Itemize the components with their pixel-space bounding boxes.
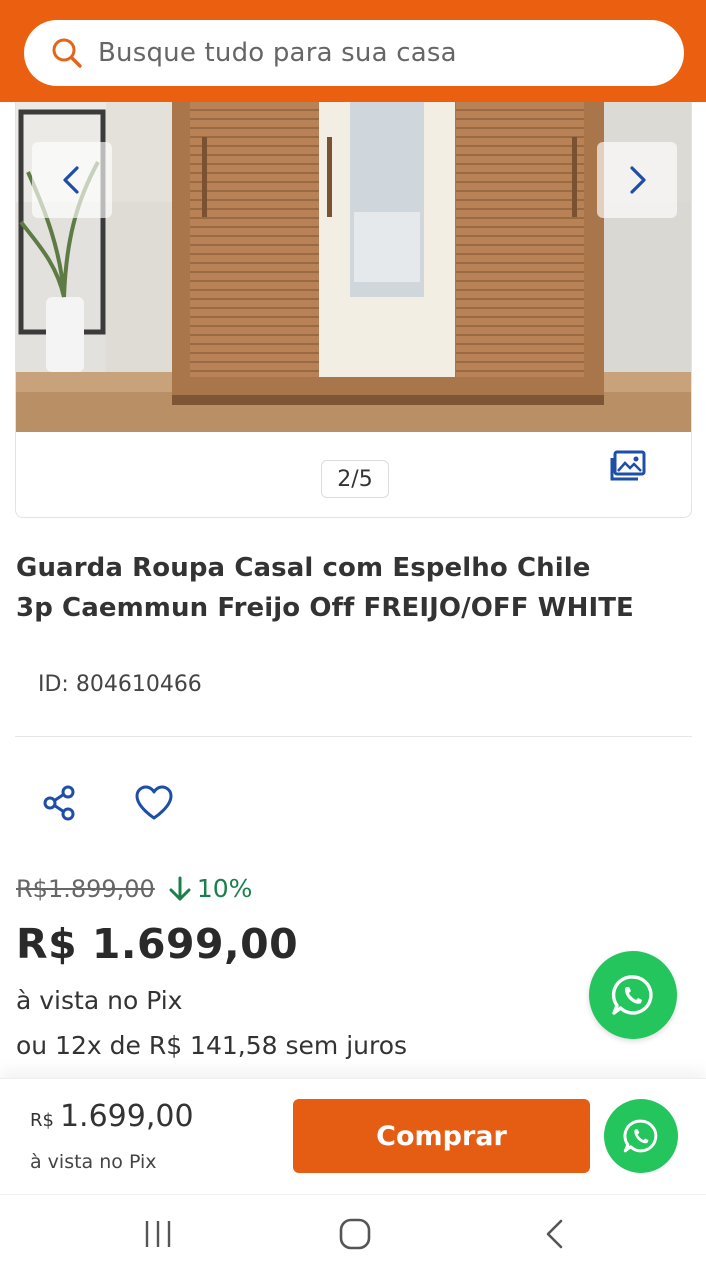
top-header: Busque tudo para sua casa bbox=[0, 0, 706, 102]
recents-icon[interactable] bbox=[141, 1217, 175, 1251]
divider bbox=[15, 736, 692, 737]
search-icon bbox=[52, 38, 82, 68]
buybar-pix-note: à vista no Pix bbox=[30, 1151, 157, 1173]
gallery-next-button[interactable] bbox=[597, 142, 677, 218]
gallery-prev-button[interactable] bbox=[32, 142, 112, 218]
buybar-currency: R$ bbox=[30, 1110, 54, 1131]
back-icon[interactable] bbox=[538, 1217, 572, 1251]
old-price: R$1.899,00 bbox=[16, 874, 155, 903]
discount-percent: 10% bbox=[196, 874, 253, 903]
image-gallery-icon[interactable] bbox=[610, 450, 646, 482]
current-price: R$ 1.699,00 bbox=[16, 920, 299, 968]
product-gallery: 2/5 bbox=[15, 102, 692, 518]
search-placeholder: Busque tudo para sua casa bbox=[98, 38, 457, 68]
buy-bar: R$ 1.699,00 à vista no Pix Comprar bbox=[0, 1078, 706, 1194]
system-navigation-bar bbox=[0, 1194, 706, 1280]
pix-note: à vista no Pix bbox=[16, 986, 183, 1015]
product-id: ID: 804610466 bbox=[38, 672, 202, 697]
discount-badge: 10% bbox=[167, 874, 253, 903]
search-bar[interactable]: Busque tudo para sua casa bbox=[24, 20, 684, 86]
old-price-row: R$1.899,00 10% bbox=[16, 874, 252, 903]
whatsapp-icon bbox=[611, 975, 653, 1015]
product-title: Guarda Roupa Casal com Espelho Chile 3p … bbox=[16, 548, 656, 628]
product-image[interactable] bbox=[16, 102, 692, 432]
heart-icon[interactable] bbox=[134, 784, 174, 822]
whatsapp-icon bbox=[623, 1119, 658, 1153]
whatsapp-button[interactable] bbox=[604, 1099, 678, 1173]
whatsapp-float-button[interactable] bbox=[589, 951, 677, 1039]
product-title-line-1: Guarda Roupa Casal com Espelho Chile bbox=[16, 553, 591, 583]
product-title-line-2: 3p Caemmun Freijo Off FREIJO/OFF WHITE bbox=[16, 593, 634, 623]
chevron-right-icon bbox=[630, 166, 646, 194]
chevron-left-icon bbox=[63, 166, 79, 194]
home-icon[interactable] bbox=[338, 1217, 372, 1251]
arrow-down-icon bbox=[169, 876, 191, 900]
gallery-counter: 2/5 bbox=[321, 460, 389, 498]
buy-button[interactable]: Comprar bbox=[293, 1099, 590, 1173]
installments-text: ou 12x de R$ 141,58 sem juros bbox=[16, 1031, 408, 1060]
buybar-price: R$ 1.699,00 bbox=[30, 1099, 194, 1134]
buybar-value: 1.699,00 bbox=[59, 1099, 194, 1134]
share-icon[interactable] bbox=[42, 784, 80, 822]
